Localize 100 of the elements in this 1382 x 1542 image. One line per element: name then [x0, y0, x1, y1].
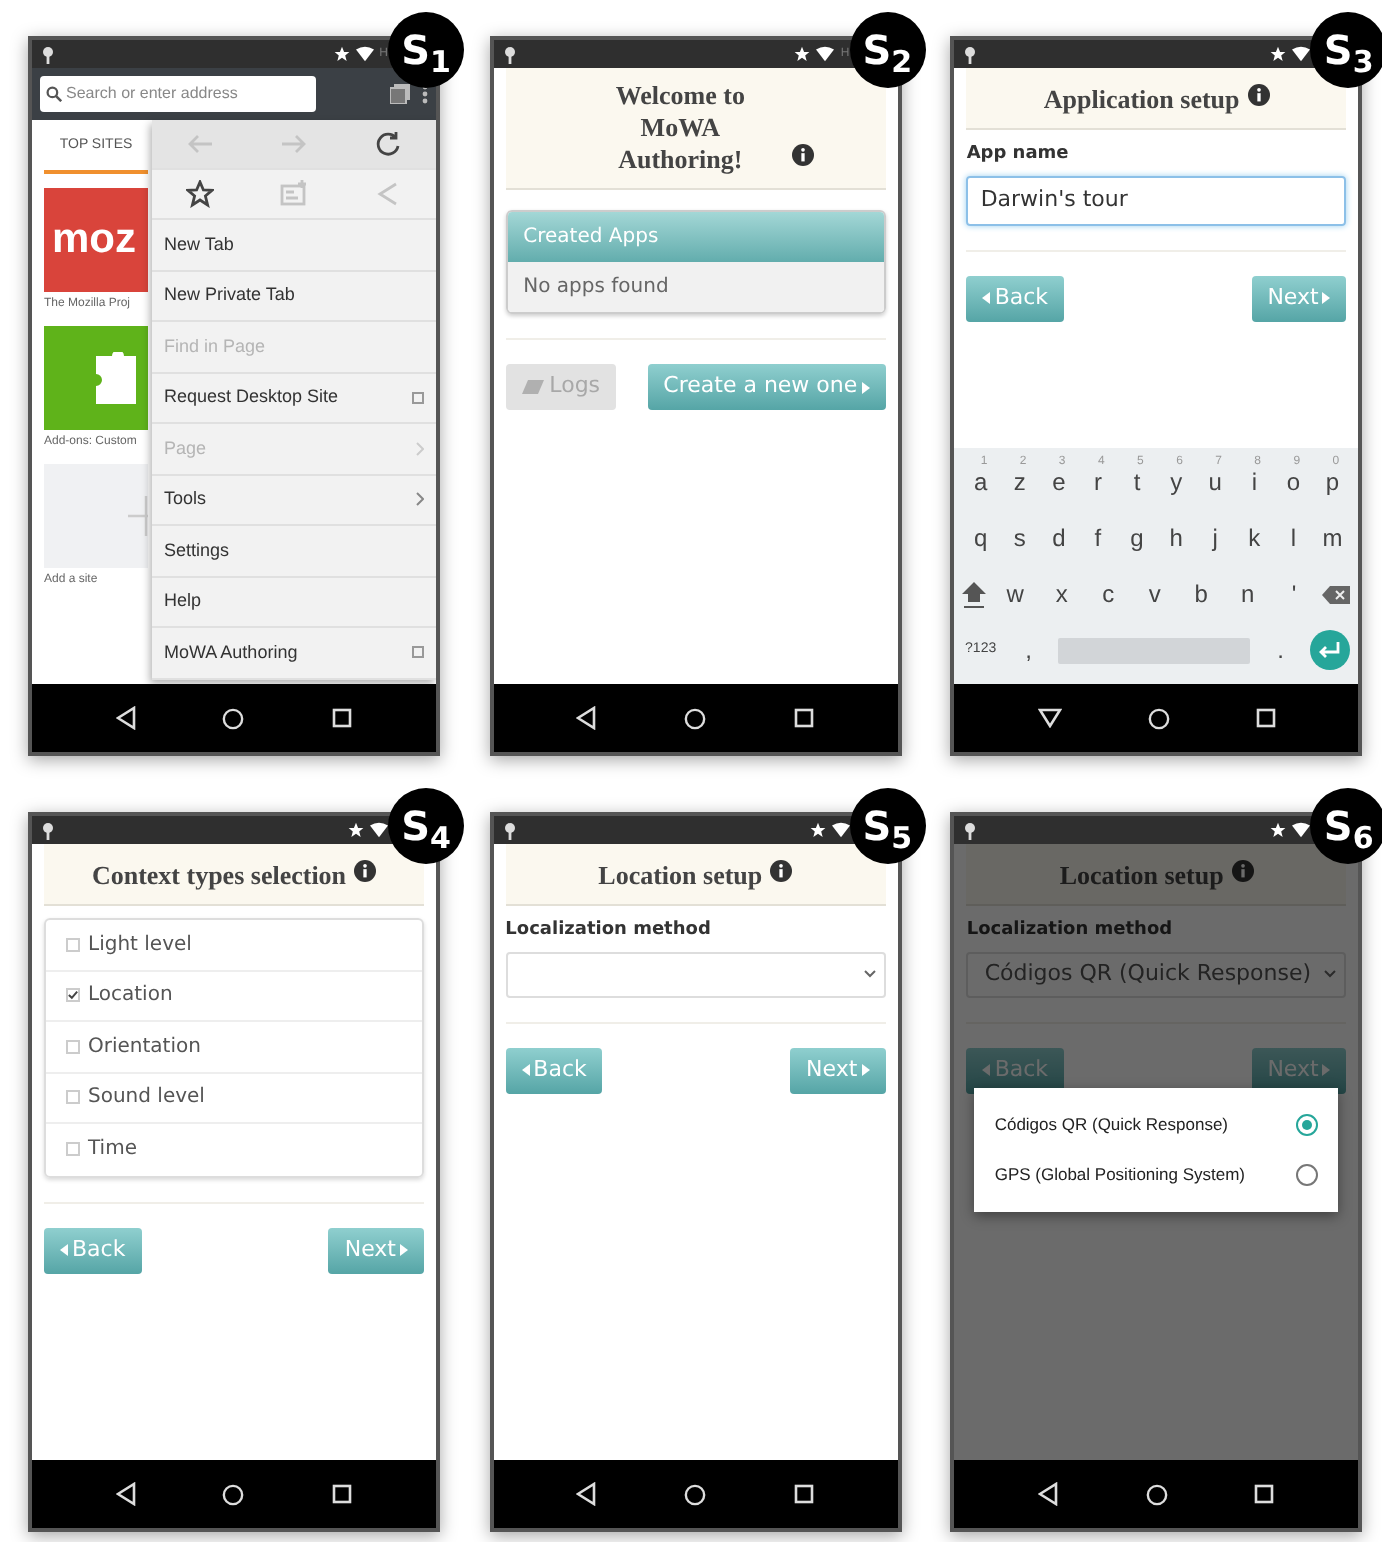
notification-icon: [964, 821, 977, 839]
keyboard-key[interactable]: b: [1183, 570, 1220, 618]
caret-left-icon: [982, 292, 991, 304]
wifi-icon: [816, 46, 835, 62]
keyboard-key[interactable]: ': [1276, 570, 1313, 618]
star-icon: [809, 822, 826, 838]
enter-key-icon[interactable]: [1310, 630, 1351, 670]
back-icon[interactable]: [576, 1482, 597, 1506]
keyboard-key[interactable]: f: [1079, 514, 1116, 562]
keyboard-key[interactable]: k: [1236, 514, 1273, 562]
menu-item[interactable]: New Tab: [152, 220, 436, 271]
menu-item[interactable]: Settings: [152, 526, 436, 577]
home-icon[interactable]: [222, 1483, 245, 1505]
page-title: Application setup: [1043, 84, 1240, 116]
caret-right-icon: [1322, 292, 1331, 304]
page-title: Location setup: [1059, 860, 1224, 892]
keyboard-key[interactable]: m: [1314, 514, 1351, 562]
app-name-input[interactable]: Darwin's tour: [966, 175, 1347, 225]
caret-right-icon: [400, 1244, 408, 1256]
keyboard-key[interactable]: h: [1158, 514, 1195, 562]
keyboard-key[interactable]: q: [962, 514, 999, 562]
recent-apps-icon[interactable]: [332, 1484, 353, 1504]
radio-button[interactable]: [1296, 1164, 1319, 1186]
info-icon[interactable]: [791, 144, 814, 166]
back-icon[interactable]: [115, 1482, 136, 1506]
recent-apps-icon[interactable]: [1255, 708, 1276, 728]
notification-icon: [503, 45, 516, 63]
home-icon[interactable]: [684, 1483, 707, 1505]
screen-badge: S$_{6}$: [1310, 788, 1382, 864]
field-label: Localization method: [966, 918, 1175, 944]
info-icon[interactable]: [1247, 84, 1270, 106]
option-label: Light level: [88, 931, 192, 960]
page-title: Welcome to MoWA Authoring!: [613, 80, 747, 176]
add-site-tile[interactable]: [44, 463, 148, 567]
caret-left-icon: [982, 1064, 991, 1076]
dialog-option[interactable]: Códigos QR (Quick Response): [974, 1100, 1339, 1150]
keyboard-key[interactable]: s: [1001, 514, 1038, 562]
checkbox[interactable]: [66, 988, 80, 1003]
option-label: Time: [88, 1136, 137, 1165]
search-icon: [46, 86, 62, 102]
keyboard-key[interactable]: d: [1040, 514, 1077, 562]
home-icon[interactable]: [684, 707, 707, 729]
empty-message: No apps found: [523, 276, 669, 298]
shift-key-icon[interactable]: [962, 581, 987, 607]
eraser-icon: [521, 380, 544, 394]
star-icon: [1270, 822, 1287, 838]
screen-badge: S$_{4}$: [388, 788, 464, 864]
wifi-icon: [1292, 822, 1311, 838]
tabs-icon[interactable]: [390, 84, 410, 104]
checkbox[interactable]: [412, 646, 424, 659]
keyboard-key[interactable]: n: [1229, 570, 1266, 618]
reload-icon[interactable]: [374, 130, 403, 158]
recent-apps-icon[interactable]: [793, 708, 814, 728]
screen-badge: S$_{5}$: [849, 788, 926, 864]
caret-right-icon: [861, 1064, 870, 1076]
recent-apps-icon[interactable]: [1254, 1484, 1275, 1504]
keyboard-key[interactable]: j: [1197, 514, 1234, 562]
wifi-icon: [1292, 46, 1311, 62]
keyboard-key[interactable]: x: [1043, 570, 1080, 618]
screen-badge: S$_{2}$: [849, 12, 926, 88]
home-icon[interactable]: [1145, 1483, 1168, 1505]
keyboard-key[interactable]: l: [1275, 514, 1312, 562]
recent-apps-icon[interactable]: [793, 1484, 814, 1504]
caret-right-icon: [1322, 1064, 1331, 1076]
site-tile[interactable]: moz: [44, 187, 148, 291]
menu-item[interactable]: New Private Tab: [152, 271, 436, 322]
address-field[interactable]: Search or enter address: [40, 76, 316, 112]
menu-item[interactable]: Tools: [152, 475, 436, 526]
checkbox[interactable]: [412, 391, 424, 404]
menu-item[interactable]: Request Desktop Site: [152, 373, 436, 424]
notification-icon: [42, 821, 54, 839]
back-icon[interactable]: [1038, 1482, 1059, 1506]
site-tile[interactable]: [44, 325, 148, 429]
page-title: Location setup: [598, 860, 763, 892]
menu-item[interactable]: Help: [152, 577, 436, 628]
star-icon: [1270, 46, 1287, 62]
caret-right-icon: [861, 381, 870, 393]
dialog-option[interactable]: GPS (Global Positioning System): [974, 1150, 1339, 1200]
radio-button[interactable]: [1296, 1114, 1319, 1136]
keyboard-key[interactable]: c: [1090, 570, 1127, 618]
star-icon[interactable]: [185, 180, 214, 208]
keyboard-key[interactable]: .: [1262, 626, 1299, 674]
caret-left-icon: [521, 1064, 530, 1076]
chevron-down-icon: [1324, 970, 1337, 978]
chevron-down-icon: [863, 970, 876, 978]
hide-keyboard-icon[interactable]: [1037, 708, 1062, 728]
backspace-key-icon[interactable]: [1322, 585, 1351, 603]
keyboard-key[interactable]: ,: [1010, 626, 1047, 674]
home-icon[interactable]: [222, 707, 245, 729]
back-icon[interactable]: [576, 706, 597, 730]
keyboard-key[interactable]: w: [997, 570, 1034, 618]
info-icon[interactable]: [354, 860, 377, 882]
home-icon[interactable]: [1147, 707, 1170, 729]
keyboard-key[interactable]: v: [1136, 570, 1173, 618]
back-icon[interactable]: [115, 706, 136, 730]
info-icon[interactable]: [770, 860, 793, 882]
chevron-right-icon: [416, 441, 424, 456]
recent-apps-icon[interactable]: [332, 708, 353, 728]
menu-item[interactable]: MoWA Authoring: [152, 628, 436, 679]
keyboard-key[interactable]: g: [1119, 514, 1156, 562]
